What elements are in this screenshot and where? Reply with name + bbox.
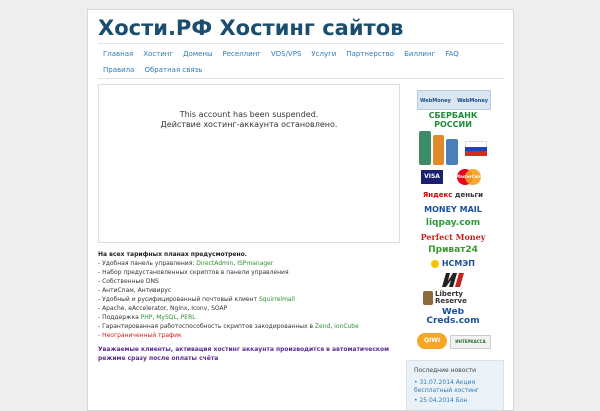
nav-faq[interactable]: FAQ (445, 46, 459, 62)
link-zend[interactable]: Zend (315, 323, 330, 330)
nav-reselling[interactable]: Реселлинг (223, 46, 261, 62)
features-list: На всех тарифных планах предусмотрено. -… (98, 250, 403, 340)
feature-mail: - Удобный и русифицированный почтовый кл… (98, 296, 295, 303)
webmoney-banner[interactable]: WebMoney WebMoney (417, 90, 491, 110)
header-divider (98, 43, 504, 44)
nav-domains[interactable]: Домены (183, 46, 212, 62)
news-title: Последние новости (414, 367, 477, 374)
news-item[interactable]: • 31.07.2014 Акция бесплатный хостинг (414, 379, 503, 395)
yandex-money-logo[interactable]: Яндекс деньги (417, 191, 489, 200)
nav-hosting[interactable]: Хостинг (143, 46, 173, 62)
webcreds-logo[interactable]: Web Creds.com (417, 308, 489, 326)
news-item[interactable]: • 25.04.2014 Бон (414, 397, 467, 405)
feature-dns: - Собственные DNS (98, 278, 159, 285)
suspended-message-box: This account has been suspended. Действи… (98, 84, 400, 243)
nav-divider (98, 78, 504, 79)
nav-services[interactable]: Услуги (311, 46, 336, 62)
link-ioncube[interactable]: ionCube (334, 323, 359, 330)
qiwi-logo[interactable]: QIWI (417, 333, 447, 349)
atm-terminals-icon (419, 131, 459, 165)
main-navigation: Главная Хостинг Домены Реселлинг VDS/VPS Услу… (98, 46, 504, 78)
nav-home[interactable]: Главная (103, 46, 133, 62)
feature-encoded: - Гарантированная работоспособность скри… (98, 323, 359, 330)
link-ispmanager[interactable]: ISPmanager (237, 260, 273, 267)
nav-vds-vps[interactable]: VDS/VPS (271, 46, 301, 62)
sberbank-logo[interactable]: СБЕРБАНК РОССИИ (417, 111, 489, 129)
link-directadmin[interactable]: DirectAdmin (196, 260, 233, 267)
liberty-reserve-icon (423, 291, 433, 305)
liberty-reserve-logo[interactable]: Liberty Reserve (435, 291, 489, 305)
feature-apache: - Apache, eAccelerator, Nginx, Iconv, SO… (98, 305, 228, 312)
moneymail-logo[interactable]: MONEY MAIL (417, 205, 489, 215)
nsmep-logo[interactable]: НСМЭП (417, 259, 489, 269)
link-perl[interactable]: PERL (181, 314, 196, 321)
feature-support: - Поддержка PHP, MySQL, PERL (98, 314, 196, 321)
features-heading: На всех тарифных планах предусмотрено. (98, 251, 248, 258)
link-squirrelmail[interactable]: Squirrelmail (259, 296, 295, 303)
russia-flag-icon (465, 141, 487, 156)
news-bullet-icon: • (414, 379, 418, 386)
nav-partnership[interactable]: Партнерство (346, 46, 394, 62)
suspended-message: This account has been suspended. Действи… (99, 110, 399, 130)
site-title[interactable]: Хости.РФ Хостинг сайтов (98, 16, 403, 40)
link-php[interactable]: PHP (141, 314, 153, 321)
feature-panel: - Удобная панель управления: DirectAdmin… (98, 260, 274, 267)
feature-traffic: - Неограниченный трафик (98, 332, 182, 339)
visa-logo[interactable]: VISA (421, 170, 443, 184)
link-mysql[interactable]: MySQL (156, 314, 177, 321)
nav-feedback[interactable]: Обратная связь (144, 62, 202, 78)
page-container: Хости.РФ Хостинг сайтов Главная Хостинг До… (87, 9, 514, 411)
payment-methods: WebMoney WebMoney СБЕРБАНК РОССИИ VISA Ma… (417, 90, 491, 353)
news-bullet-icon: • (414, 397, 418, 404)
latest-news: Последние новости • 31.07.2014 Акция бес… (406, 360, 504, 410)
mastercard-logo[interactable]: MasterCard (453, 169, 483, 185)
suspended-text-en: This account has been suspended. (179, 110, 319, 119)
feature-antispam: - АнтиСпам, Антивирус (98, 287, 172, 294)
feature-scripts: - Набор предустановленных скриптов в пан… (98, 269, 289, 276)
suspended-text-ru: Действие хостинг-аккаунта остановлено. (160, 120, 338, 129)
liqpay-logo[interactable]: liqpay.com (417, 218, 489, 229)
interkassa-logo[interactable]: ИНТЕРКАССА (450, 335, 491, 349)
nav-rules[interactable]: Правила (103, 62, 134, 78)
im-logo-icon[interactable] (441, 272, 465, 288)
nav-billing[interactable]: Биллинг (404, 46, 435, 62)
privat24-logo[interactable]: Приват24 (417, 245, 489, 256)
activation-notice: Уважаемые клиенты, активация хостинг акк… (98, 346, 389, 362)
perfect-money-logo[interactable]: Perfect Money (417, 232, 489, 242)
